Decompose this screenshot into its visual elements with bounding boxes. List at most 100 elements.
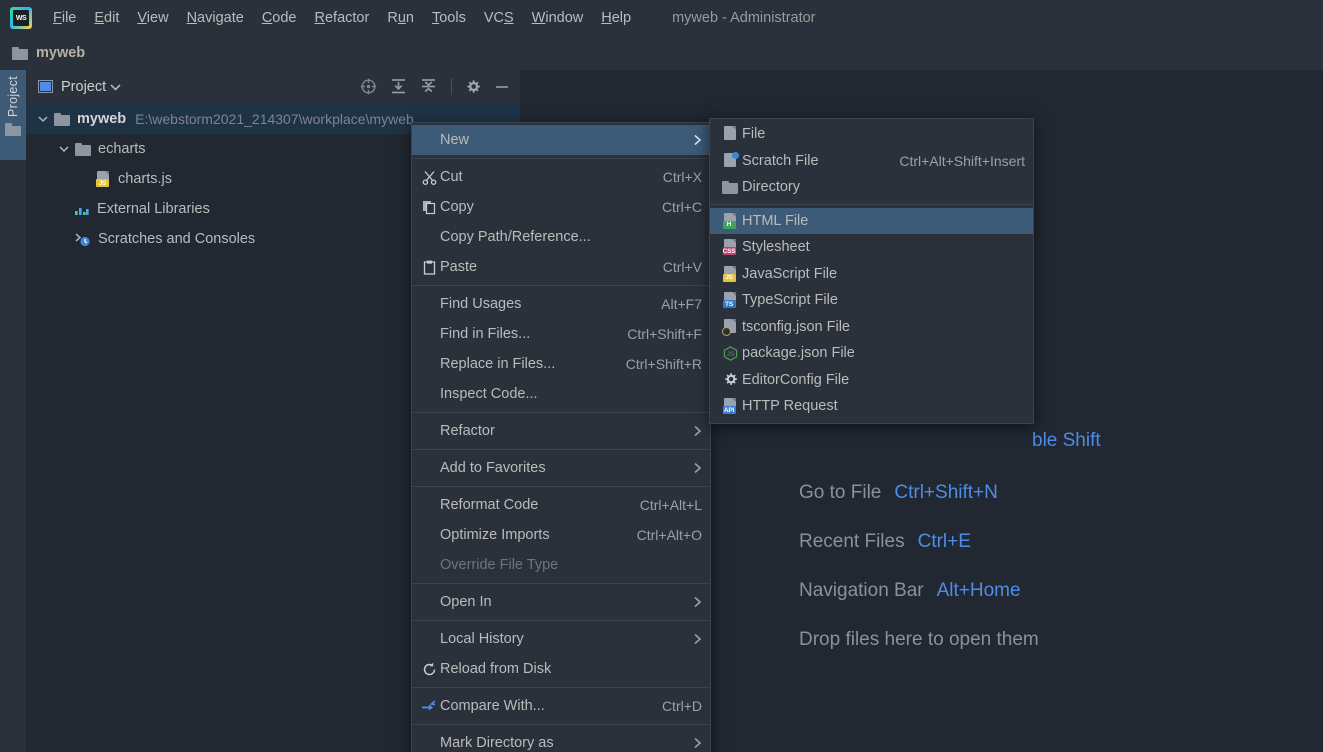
- sidebar-item-project[interactable]: Project: [0, 70, 26, 160]
- select-opened-file-icon[interactable]: [360, 78, 377, 95]
- new-menu-item-shortcut: Ctrl+Alt+Shift+Insert: [899, 152, 1025, 169]
- hint-double-shift: ble Shift: [1032, 430, 1101, 452]
- menu-item-local-history[interactable]: Local History: [412, 624, 710, 654]
- menu-item-reload-from-disk[interactable]: Reload from Disk: [412, 654, 710, 684]
- menu-help[interactable]: Help: [592, 6, 640, 30]
- menu-separator: [412, 687, 710, 688]
- tree-item-label: charts.js: [118, 171, 172, 187]
- menu-separator: [412, 486, 710, 487]
- menu-item-replace-in-files[interactable]: Replace in Files... Ctrl+Shift+R: [412, 349, 710, 379]
- menu-item-copy[interactable]: Copy Ctrl+C: [412, 192, 710, 222]
- main-menu-bar[interactable]: File Edit View Navigate Code Refactor Run Tools…: [44, 6, 640, 30]
- menu-item-mark-directory-as[interactable]: Mark Directory as: [412, 728, 710, 752]
- scratch-file-icon: [723, 151, 739, 169]
- tree-twisty: [78, 172, 92, 186]
- expand-all-icon[interactable]: [390, 78, 407, 95]
- menu-item-shortcut: Alt+F7: [661, 296, 702, 312]
- menu-item-label: Cut: [440, 169, 463, 185]
- new-menu-item-javascript-file[interactable]: JS JavaScript File: [710, 261, 1033, 288]
- new-menu-item-html-file[interactable]: H HTML File: [710, 207, 1033, 234]
- menu-item-add-to-favorites[interactable]: Add to Favorites: [412, 453, 710, 483]
- menu-refactor[interactable]: Refactor: [306, 6, 379, 30]
- menu-edit[interactable]: Edit: [85, 6, 128, 30]
- breadcrumb-path[interactable]: myweb: [36, 45, 85, 61]
- menu-item-shortcut: Ctrl+X: [662, 169, 702, 185]
- stylesheet-icon: CSS: [722, 239, 738, 256]
- folder-icon: [54, 112, 70, 126]
- menu-vcs[interactable]: VCS: [475, 6, 523, 30]
- copy-icon: [422, 200, 435, 214]
- tree-twisty[interactable]: [57, 142, 71, 156]
- new-menu-item-package-json-file[interactable]: JS package.json File: [710, 340, 1033, 367]
- menu-item-shortcut: Ctrl+V: [662, 259, 702, 275]
- folder-icon: [12, 46, 28, 60]
- new-menu-item-label: tsconfig.json File: [742, 318, 850, 335]
- menu-run[interactable]: Run: [378, 6, 423, 30]
- reload-icon: [423, 662, 435, 675]
- collapse-all-icon[interactable]: [420, 78, 437, 95]
- editor-hint-label: Recent Files: [799, 531, 905, 552]
- project-window-icon: [38, 80, 53, 93]
- scissors-icon: [422, 170, 436, 185]
- menu-item-paste[interactable]: Paste Ctrl+V: [412, 252, 710, 282]
- tree-item-label: echarts: [98, 141, 146, 157]
- menu-item-shortcut: Ctrl+C: [661, 199, 702, 215]
- menu-item-copy-path-reference[interactable]: Copy Path/Reference...: [412, 222, 710, 252]
- new-submenu[interactable]: File Scratch File Ctrl+Alt+Shift+Insert Dir…: [709, 118, 1034, 424]
- menu-window[interactable]: Window: [523, 6, 593, 30]
- new-menu-item-stylesheet[interactable]: CSS Stylesheet: [710, 234, 1033, 261]
- scratches-consoles-icon: [75, 232, 90, 246]
- folder-icon: [5, 123, 21, 137]
- menu-item-refactor[interactable]: Refactor: [412, 416, 710, 446]
- menu-item-compare-with[interactable]: Compare With... Ctrl+D: [412, 691, 710, 721]
- menu-item-find-in-files[interactable]: Find in Files... Ctrl+Shift+F: [412, 319, 710, 349]
- menu-item-label: Add to Favorites: [440, 460, 546, 476]
- menu-item-label: Open In: [440, 594, 492, 610]
- menu-item-shortcut: Ctrl+D: [661, 698, 702, 714]
- new-menu-item-file[interactable]: File: [710, 121, 1033, 148]
- menu-item-label: Find Usages: [440, 296, 522, 312]
- menu-item-optimize-imports[interactable]: Optimize Imports Ctrl+Alt+O: [412, 520, 710, 550]
- menu-item-shortcut: Ctrl+Shift+F: [627, 326, 702, 342]
- menu-separator: [710, 203, 1033, 205]
- chevron-down-icon[interactable]: [110, 83, 121, 91]
- new-menu-item-directory[interactable]: Directory: [710, 174, 1033, 201]
- tsconfig-json-icon: [721, 318, 738, 336]
- menu-item-shortcut: Ctrl+Alt+L: [639, 497, 702, 513]
- menu-tools[interactable]: Tools: [423, 6, 475, 30]
- http-request-icon: API: [722, 398, 738, 415]
- menu-separator: [412, 724, 710, 725]
- new-menu-item-http-request[interactable]: API HTTP Request: [710, 393, 1033, 420]
- editorconfig-icon: [724, 373, 737, 386]
- editor-hint-label: Drop files here to open them: [799, 629, 1039, 650]
- menu-item-inspect-code[interactable]: Inspect Code...: [412, 379, 710, 409]
- hide-icon[interactable]: [494, 79, 510, 95]
- menu-separator: [412, 158, 710, 159]
- menu-item-cut[interactable]: Cut Ctrl+X: [412, 162, 710, 192]
- menu-navigate[interactable]: Navigate: [178, 6, 253, 30]
- menu-item-reformat-code[interactable]: Reformat Code Ctrl+Alt+L: [412, 490, 710, 520]
- settings-gear-icon[interactable]: [465, 79, 481, 95]
- menu-item-label: Refactor: [440, 423, 495, 439]
- tree-twisty: [57, 232, 71, 246]
- menu-item-label: Copy Path/Reference...: [440, 229, 591, 245]
- menu-item-open-in[interactable]: Open In: [412, 587, 710, 617]
- menu-item-label: Find in Files...: [440, 326, 531, 342]
- context-menu[interactable]: New Cut Ctrl+X Copy Ctrl+C Copy Path/Referenc…: [411, 122, 711, 752]
- editor-hint-shortcut: Ctrl+E: [917, 531, 971, 552]
- new-menu-item-tsconfig-json-file[interactable]: tsconfig.json File: [710, 314, 1033, 341]
- menu-view[interactable]: View: [128, 6, 177, 30]
- menu-item-find-usages[interactable]: Find Usages Alt+F7: [412, 289, 710, 319]
- folder-icon: [75, 142, 91, 156]
- new-menu-item-typescript-file[interactable]: TS TypeScript File: [710, 287, 1033, 314]
- menu-file[interactable]: File: [44, 6, 85, 30]
- new-menu-item-editorconfig-file[interactable]: EditorConfig File: [710, 367, 1033, 394]
- menu-item-label: Reformat Code: [440, 497, 539, 513]
- svg-text:JS: JS: [726, 351, 734, 358]
- new-menu-item-scratch-file[interactable]: Scratch File Ctrl+Alt+Shift+Insert: [710, 148, 1033, 175]
- editor-hint-navigation-bar: Navigation Bar Alt+Home: [799, 580, 1021, 602]
- tree-twisty[interactable]: [36, 112, 50, 126]
- menu-code[interactable]: Code: [253, 6, 306, 30]
- menu-item-new[interactable]: New: [412, 125, 710, 155]
- submenu-arrow-icon: [693, 596, 702, 608]
